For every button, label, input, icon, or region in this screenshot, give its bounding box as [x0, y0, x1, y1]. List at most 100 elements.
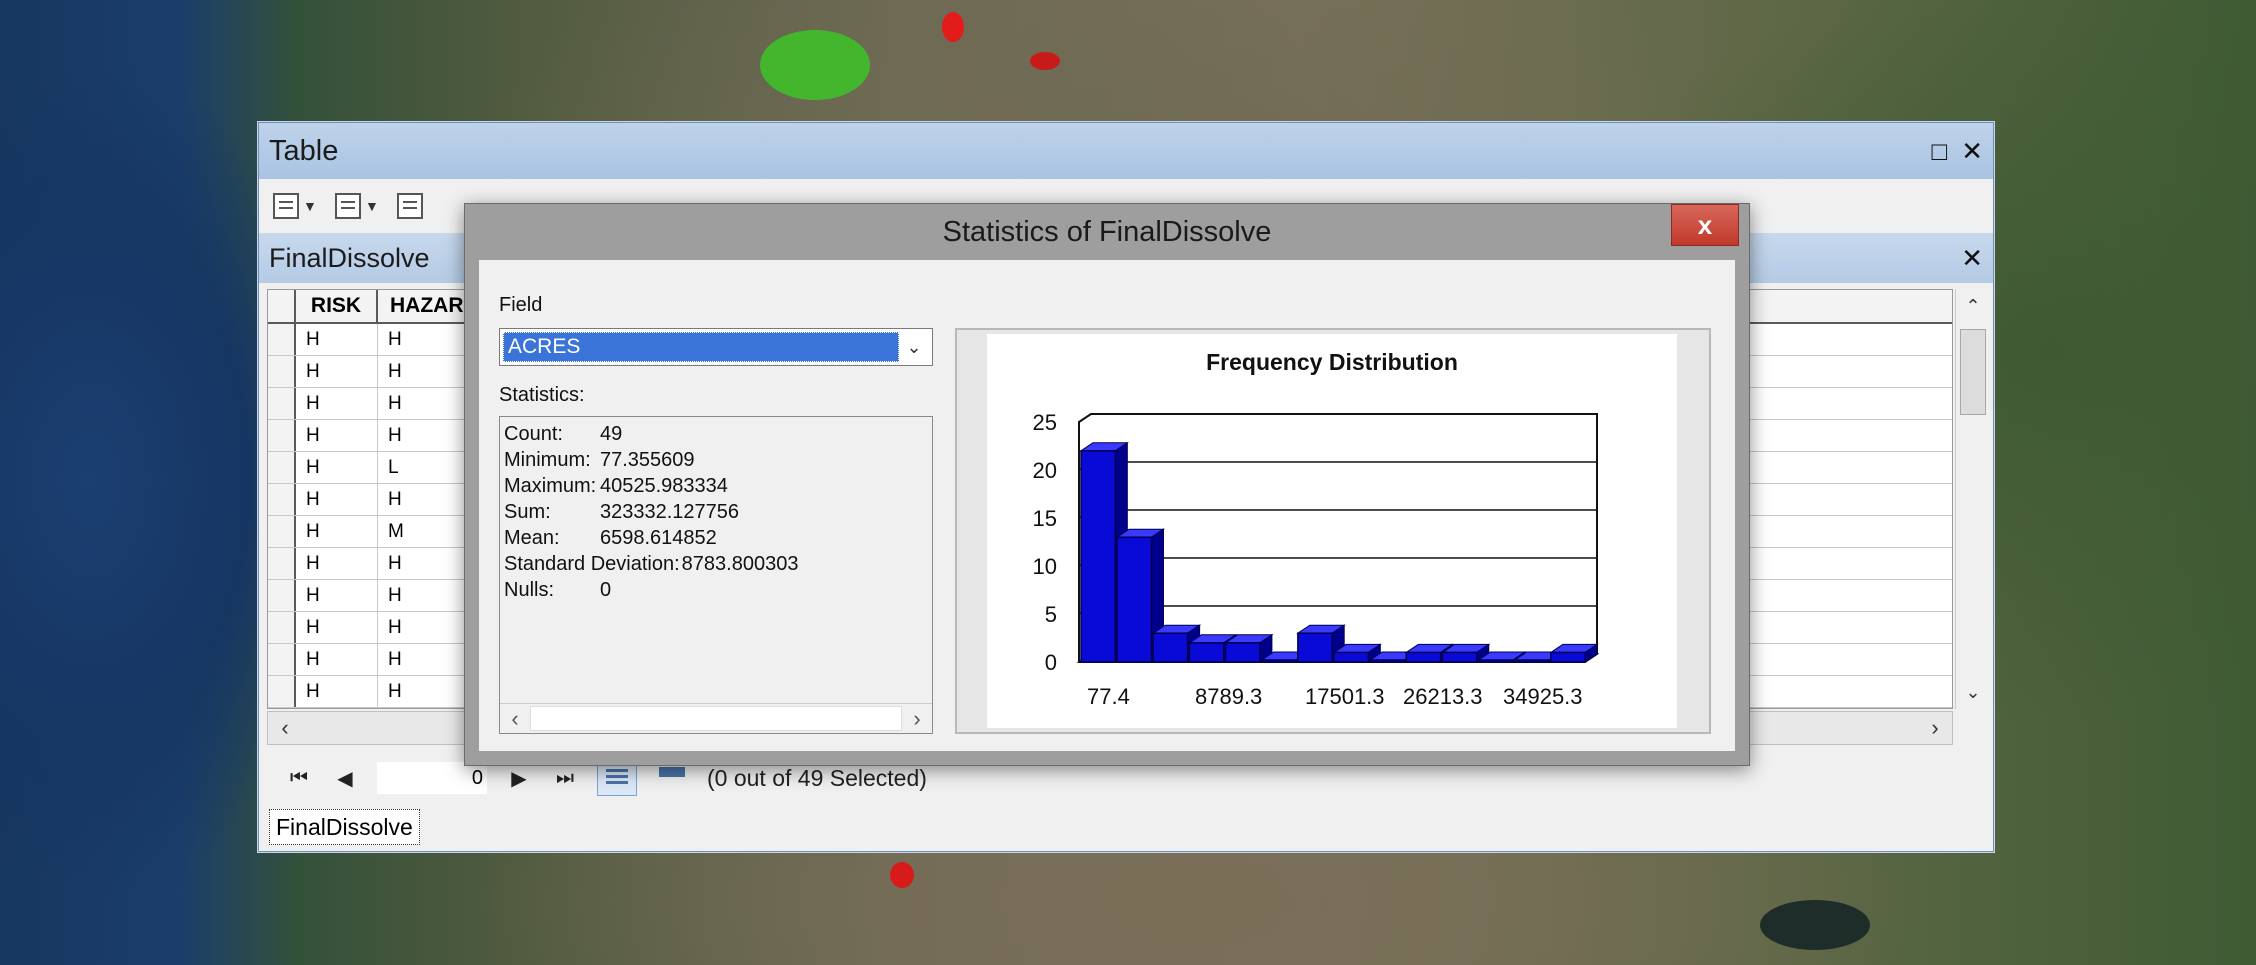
histogram-bar — [1369, 659, 1406, 663]
close-icon[interactable]: ✕ — [1961, 136, 1983, 167]
histogram-bar — [1405, 651, 1442, 663]
last-record-icon[interactable]: ⏭ — [551, 767, 579, 790]
record-index-input[interactable] — [377, 762, 487, 794]
maximize-icon[interactable]: □ — [1931, 136, 1947, 167]
x-tick-label: 77.4 — [1087, 684, 1130, 709]
column-header-risk[interactable]: RISK — [296, 290, 378, 322]
y-tick-label: 25 — [1033, 410, 1057, 435]
stat-line: Sum: 323332.127756 — [500, 499, 932, 525]
stat-value: 40525.983334 — [600, 475, 728, 497]
stat-line: Mean: 6598.614852 — [500, 525, 932, 551]
histogram-bar — [1297, 632, 1333, 663]
row-selector[interactable] — [268, 324, 296, 355]
scroll-right-icon[interactable]: › — [902, 704, 932, 734]
map-lake — [1760, 900, 1870, 950]
stat-value: 0 — [600, 579, 612, 601]
scroll-track[interactable] — [530, 706, 902, 731]
row-selector[interactable] — [268, 356, 296, 387]
table-window-title: Table — [269, 134, 339, 167]
x-tick-label: 26213.3 — [1403, 684, 1483, 709]
scroll-right-icon[interactable]: › — [1918, 712, 1952, 744]
cell-risk[interactable]: H — [296, 548, 378, 579]
next-record-icon[interactable]: ▶ — [505, 766, 533, 791]
tab-close-icon[interactable]: ✕ — [1961, 243, 1983, 274]
table-tab-title: FinalDissolve — [269, 242, 430, 273]
stat-line: Minimum: 77.355609 — [500, 447, 932, 473]
table-bottom-tab[interactable]: FinalDissolve — [269, 809, 420, 845]
row-selector[interactable] — [268, 420, 296, 451]
row-selector[interactable] — [268, 548, 296, 579]
statistics-label: Statistics: — [499, 384, 585, 406]
first-record-icon[interactable]: ⏮ — [285, 767, 313, 790]
y-tick-label: 5 — [1045, 602, 1057, 627]
histogram-bar — [1513, 659, 1550, 663]
stat-key: Nulls: — [504, 579, 555, 601]
row-selector[interactable] — [268, 516, 296, 547]
show-selected-records-button[interactable] — [655, 763, 689, 793]
scroll-left-icon[interactable]: ‹ — [500, 704, 530, 734]
statistics-scrollbar[interactable]: ‹ › — [500, 703, 932, 733]
scroll-left-icon[interactable]: ‹ — [268, 712, 302, 744]
scroll-down-icon[interactable]: ⌄ — [1956, 675, 1990, 709]
cell-risk[interactable]: H — [296, 580, 378, 611]
table-options-icon — [273, 193, 299, 219]
cell-risk[interactable]: H — [296, 356, 378, 387]
dialog-close-button[interactable]: x — [1671, 204, 1739, 246]
related-tables-icon — [335, 193, 361, 219]
chevron-down-icon: ▼ — [303, 198, 317, 214]
cell-risk[interactable]: H — [296, 420, 378, 451]
stat-value: 8783.800303 — [681, 553, 799, 575]
y-tick-label: 0 — [1045, 650, 1057, 675]
scroll-thumb[interactable] — [1960, 329, 1986, 415]
cell-risk[interactable]: H — [296, 516, 378, 547]
stat-key: Minimum: — [504, 449, 591, 471]
row-selector[interactable] — [268, 388, 296, 419]
vertical-scrollbar[interactable]: ⌃ ⌄ — [1955, 289, 1989, 709]
select-all-cell[interactable] — [268, 290, 296, 322]
histogram-bar — [1152, 632, 1189, 663]
stat-value: 49 — [600, 423, 623, 445]
map-fire-red-2 — [1030, 52, 1060, 70]
map-vegetation-green — [760, 30, 870, 100]
field-dropdown[interactable]: ACRES ⌄ — [499, 328, 933, 366]
dialog-body: Field ACRES ⌄ Statistics: Count: 49 Minimu… — [479, 260, 1735, 751]
related-tables-button[interactable]: ▼ — [335, 188, 387, 224]
y-tick-label: 20 — [1033, 458, 1057, 483]
histogram-bar — [1333, 651, 1370, 663]
row-selector[interactable] — [268, 484, 296, 515]
y-tick-label: 10 — [1033, 554, 1057, 579]
cell-risk[interactable]: H — [296, 324, 378, 355]
cell-risk[interactable]: H — [296, 676, 378, 707]
histogram-bar — [1224, 642, 1261, 663]
select-by-attributes-icon — [397, 193, 423, 219]
x-tick-label: 34925.3 — [1503, 684, 1583, 709]
row-selector[interactable] — [268, 612, 296, 643]
histogram-bar — [1477, 659, 1514, 663]
row-selector[interactable] — [268, 452, 296, 483]
stat-key: Mean: — [504, 527, 560, 549]
dialog-title[interactable]: Statistics of FinalDissolve — [465, 204, 1749, 260]
statistics-dialog: Statistics of FinalDissolve x Field ACRE… — [464, 203, 1750, 766]
chevron-down-icon[interactable]: ⌄ — [899, 337, 929, 358]
histogram-bar — [1550, 651, 1586, 663]
x-tick-label: 17501.3 — [1305, 684, 1385, 709]
stat-value: 6598.614852 — [600, 527, 717, 549]
cell-risk[interactable]: H — [296, 612, 378, 643]
table-options-button[interactable]: ▼ — [273, 188, 325, 224]
histogram-bar — [1441, 651, 1478, 663]
cell-risk[interactable]: H — [296, 388, 378, 419]
select-by-attributes-button[interactable] — [397, 188, 449, 224]
frequency-chart-area: Frequency Distribution 0 5 10 15 20 25 77.4 8789… — [987, 334, 1677, 728]
row-selector[interactable] — [268, 644, 296, 675]
previous-record-icon[interactable]: ◀ — [331, 766, 359, 791]
stat-key: Sum: — [504, 501, 551, 523]
cell-risk[interactable]: H — [296, 452, 378, 483]
row-selector[interactable] — [268, 580, 296, 611]
table-window-titlebar[interactable]: Table □ ✕ — [259, 123, 1993, 179]
cell-risk[interactable]: H — [296, 484, 378, 515]
stat-key: Standard Deviation: — [504, 553, 680, 575]
scroll-up-icon[interactable]: ⌃ — [1956, 289, 1990, 323]
cell-risk[interactable]: H — [296, 644, 378, 675]
stat-key: Count: — [504, 423, 563, 445]
row-selector[interactable] — [268, 676, 296, 707]
